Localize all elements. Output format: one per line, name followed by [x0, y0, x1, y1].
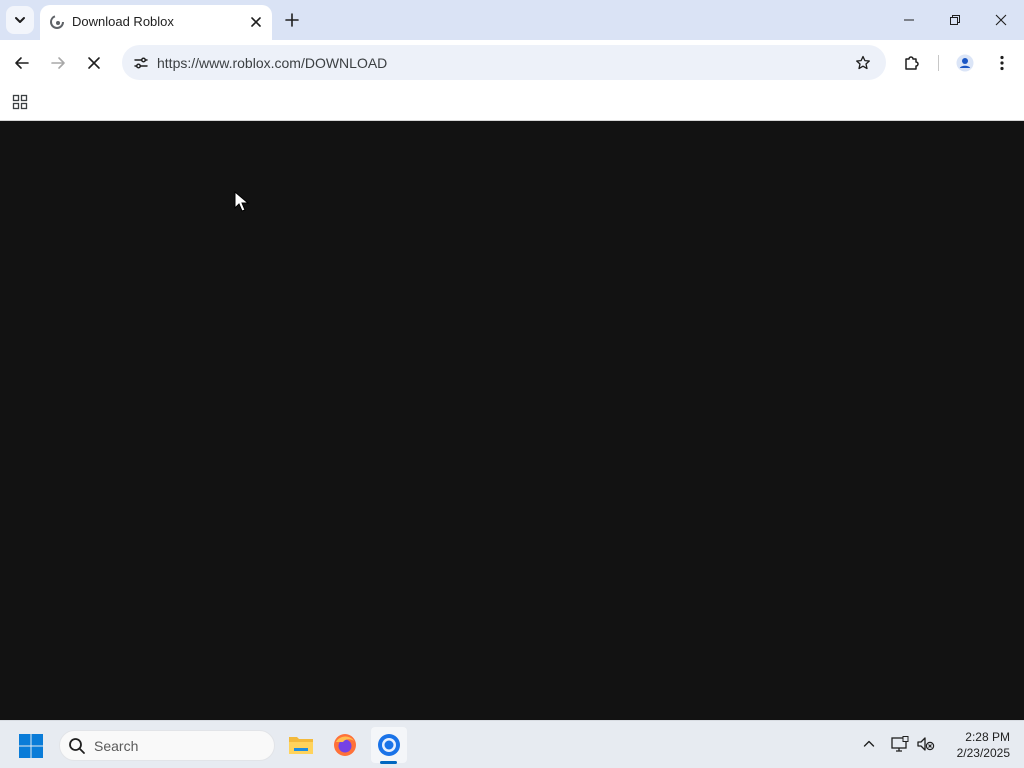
forward-button[interactable] [45, 50, 71, 76]
kebab-menu-icon [1000, 55, 1004, 71]
tune-icon [134, 57, 148, 69]
back-button[interactable] [9, 50, 35, 76]
taskbar-search[interactable]: Search [59, 730, 275, 761]
browser-toolbar: https://www.roblox.com/DOWNLOAD [0, 40, 1024, 85]
address-bar[interactable]: https://www.roblox.com/DOWNLOAD [122, 45, 886, 80]
site-info-button[interactable] [128, 50, 154, 76]
close-window-button[interactable] [978, 0, 1024, 40]
chevron-down-icon [15, 17, 25, 23]
taskbar-app-file-explorer[interactable] [283, 727, 319, 763]
clock-time: 2:28 PM [965, 730, 1010, 744]
network-status-button[interactable] [889, 733, 911, 755]
minimize-button[interactable] [886, 0, 932, 40]
clock-date: 2/23/2025 [956, 746, 1010, 760]
url-text[interactable]: https://www.roblox.com/DOWNLOAD [157, 55, 387, 71]
close-icon [995, 14, 1007, 26]
chevron-up-icon [863, 740, 875, 747]
network-icon [891, 736, 909, 752]
close-icon [251, 17, 261, 27]
extensions-button[interactable] [899, 50, 925, 76]
tab-title: Download Roblox [72, 14, 174, 29]
firefox-icon [334, 734, 356, 756]
folder-icon [289, 737, 313, 754]
close-tab-button[interactable] [246, 12, 266, 32]
minimize-icon [904, 19, 914, 21]
mouse-cursor-icon [234, 191, 250, 212]
tab-download-roblox[interactable]: Download Roblox [40, 5, 272, 40]
taskbar: Search 2:28 PM 2/23/2025 [0, 720, 1024, 768]
profile-button[interactable] [952, 50, 978, 76]
chrome-icon [378, 734, 400, 756]
restore-icon [950, 15, 960, 25]
tab-search-button[interactable] [6, 6, 34, 34]
person-icon [956, 54, 974, 72]
speaker-muted-icon [917, 737, 935, 751]
arrow-left-icon [15, 57, 29, 69]
star-icon [856, 55, 870, 70]
volume-status-button[interactable] [915, 733, 937, 755]
roblox-loading-icon [50, 15, 64, 29]
browser-menu-button[interactable] [989, 50, 1015, 76]
search-label: Search [94, 738, 139, 754]
stop-loading-button[interactable] [81, 50, 107, 76]
grid-icon [12, 94, 28, 110]
active-app-indicator [380, 761, 397, 764]
arrow-right-icon [51, 57, 65, 69]
bookmark-star-button[interactable] [850, 50, 876, 76]
puzzle-icon [905, 56, 919, 70]
show-hidden-icons-button[interactable] [858, 733, 880, 755]
system-clock[interactable]: 2:28 PM 2/23/2025 [940, 729, 1010, 761]
windows-start-icon[interactable] [18, 733, 44, 759]
toolbar-divider [938, 55, 939, 71]
apps-button[interactable] [8, 90, 32, 114]
close-icon [88, 57, 100, 69]
title-bar: Download Roblox [0, 0, 1024, 40]
plus-icon [285, 13, 299, 27]
search-icon [69, 738, 85, 754]
restore-button[interactable] [932, 0, 978, 40]
taskbar-app-chrome[interactable] [371, 727, 407, 763]
bookmarks-bar [0, 85, 1024, 121]
new-tab-button[interactable] [281, 9, 303, 31]
page-content [0, 121, 1024, 720]
taskbar-app-firefox[interactable] [327, 727, 363, 763]
